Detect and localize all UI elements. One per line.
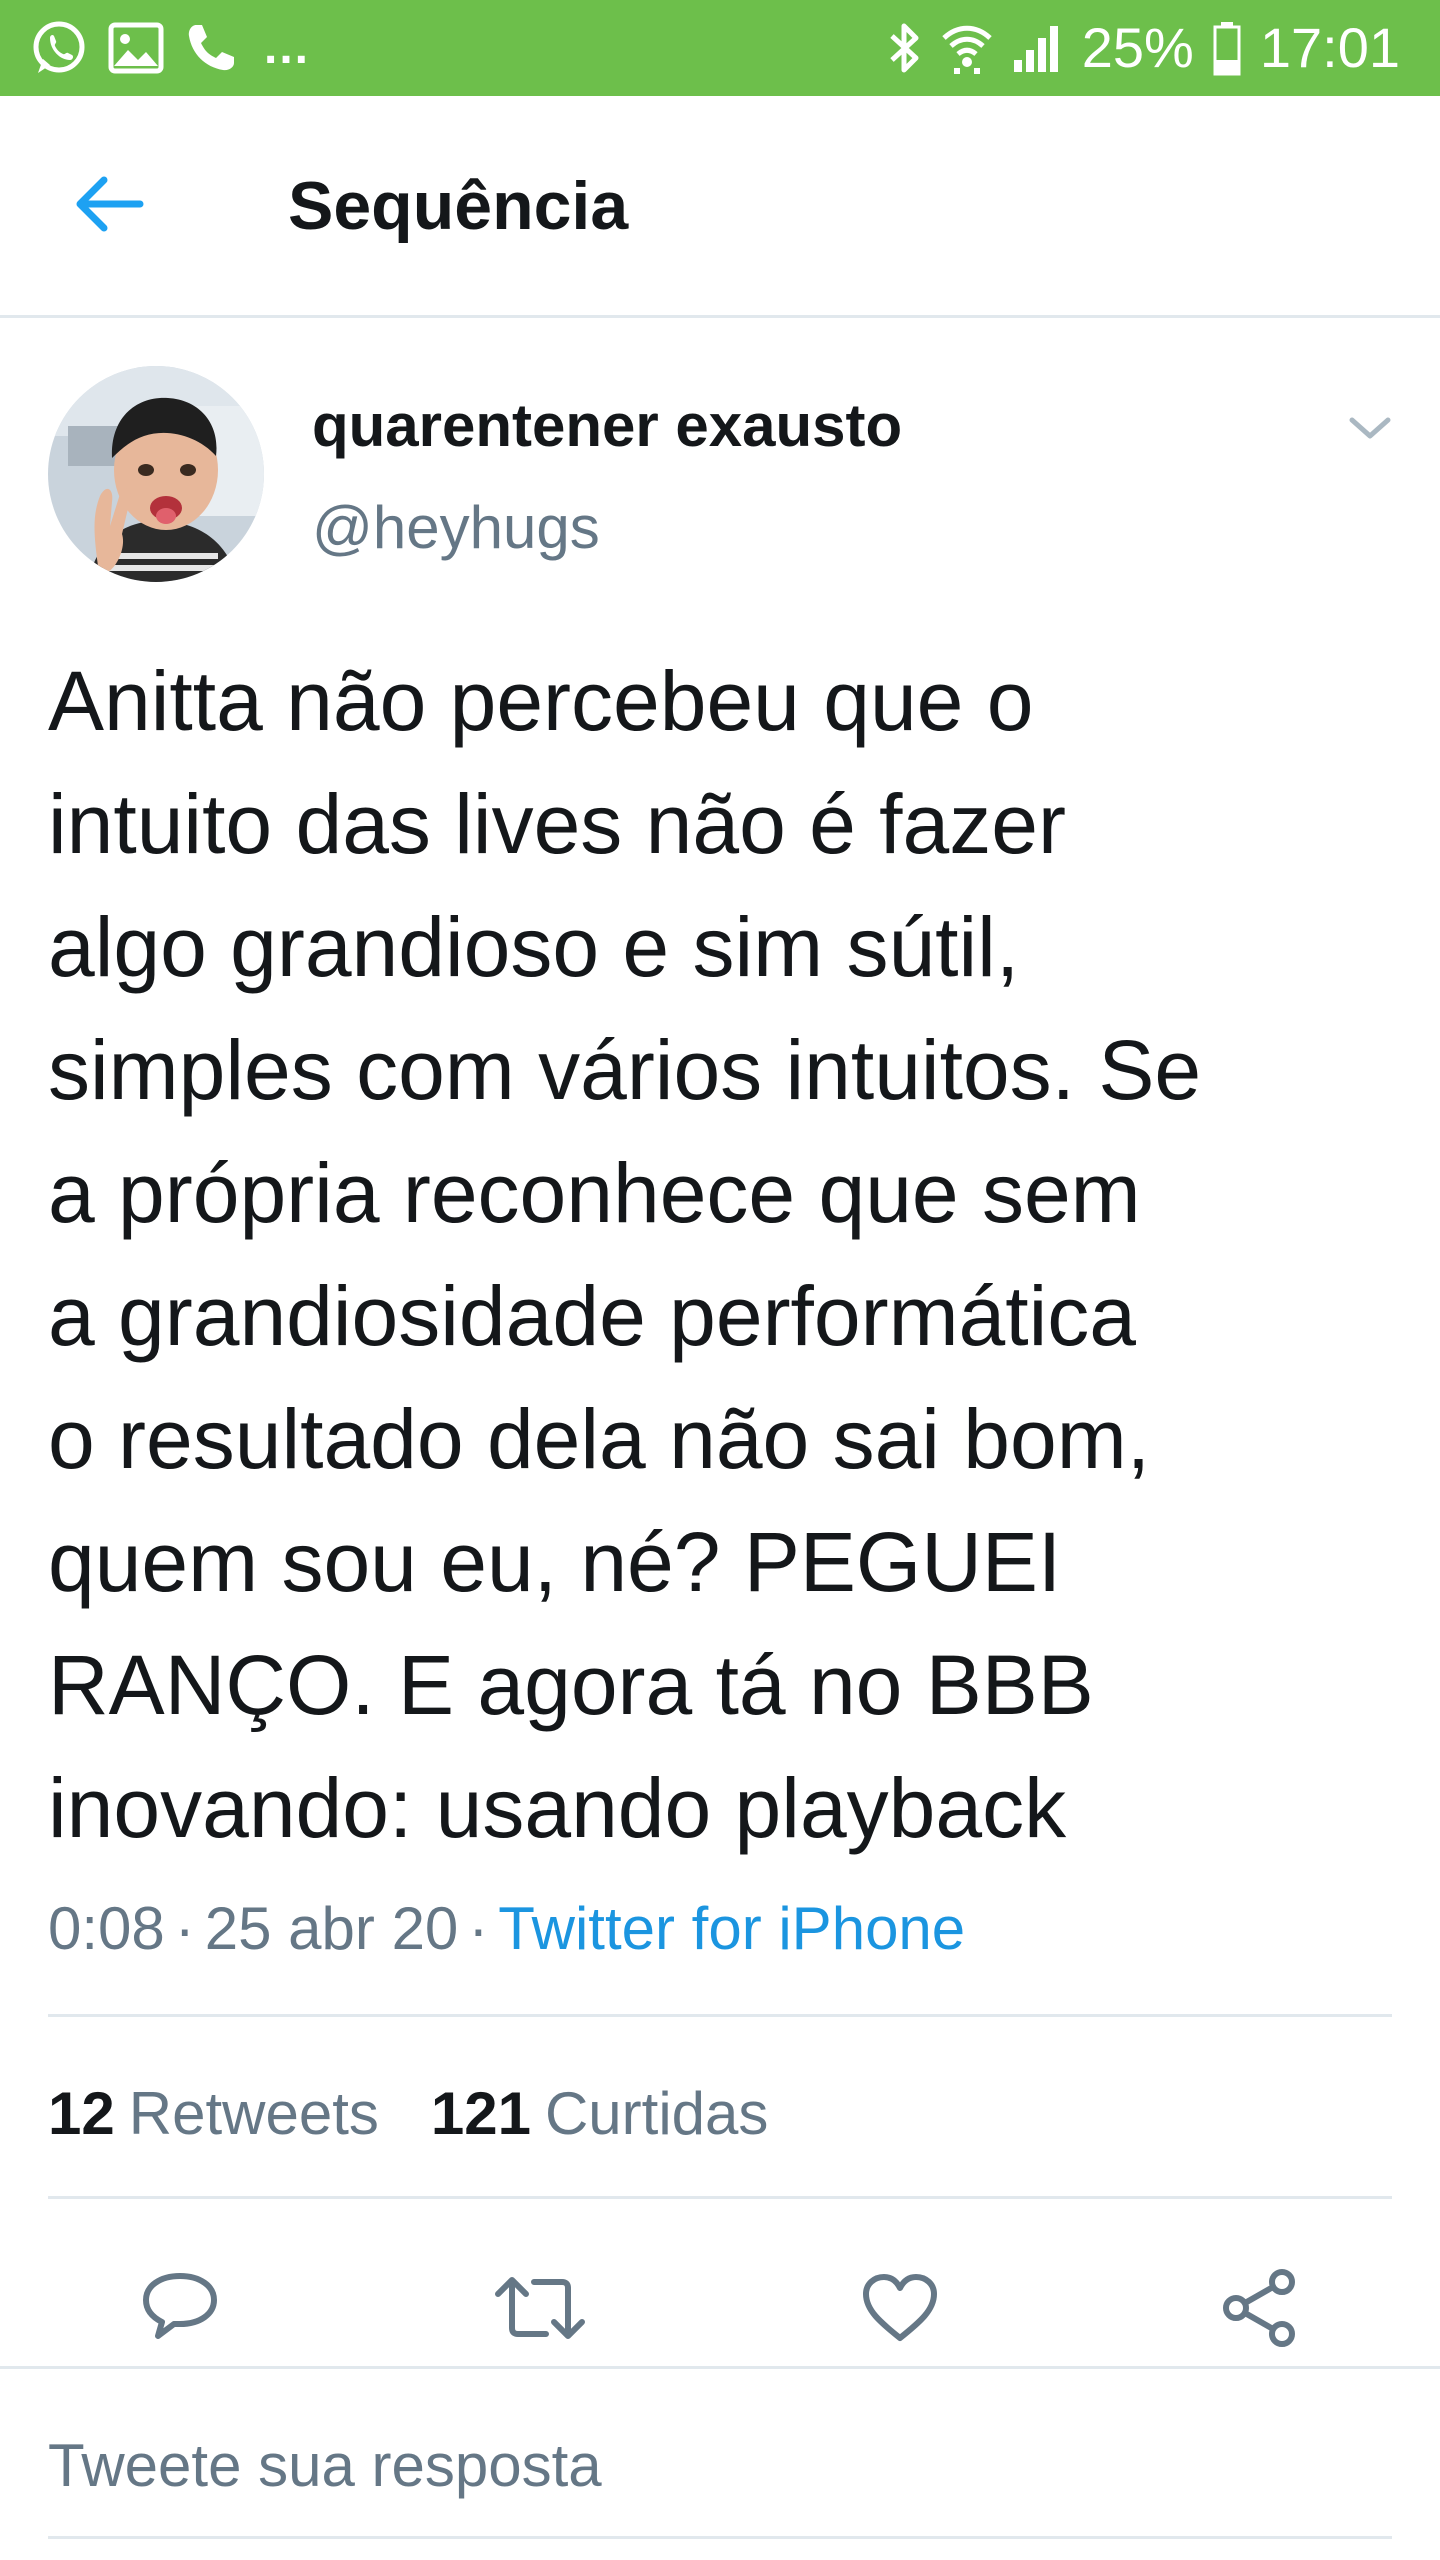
heart-icon <box>860 2272 940 2349</box>
tweet-text-line: o resultado dela não sai bom, <box>48 1392 1151 1486</box>
tweet-options-button[interactable] <box>1335 395 1405 465</box>
tweet-text-line: algo grandioso e sim sútil, <box>48 900 1020 994</box>
tweet-date: 25 abr 20 <box>204 1895 459 1962</box>
battery-percent: 25% <box>1081 16 1194 79</box>
status-bar-system: 25% 17:01 <box>886 0 1400 96</box>
status-bar-notifications: ... <box>30 0 310 96</box>
tweet-text-line: simples com vários intuitos. Se <box>48 1023 1202 1117</box>
like-button[interactable] <box>850 2260 950 2360</box>
image-icon <box>108 22 164 74</box>
back-button[interactable] <box>60 156 160 256</box>
retweets-stat[interactable]: 12 Retweets <box>48 2078 379 2150</box>
tweet-stats: 12 Retweets 121 Curtidas <box>48 2078 768 2150</box>
divider <box>0 2366 1440 2369</box>
divider <box>48 2196 1392 2199</box>
tweet-actions <box>0 2240 1440 2360</box>
reply-placeholder: Tweete sua resposta <box>48 2432 602 2499</box>
tweet-text-line: a própria reconhece que sem <box>48 1146 1141 1240</box>
meta-separator: · <box>468 1895 489 1962</box>
arrow-left-icon <box>74 172 146 241</box>
likes-stat[interactable]: 121 Curtidas <box>431 2078 769 2150</box>
more-notifications-indicator: ... <box>264 21 311 74</box>
share-icon <box>1220 2268 1300 2353</box>
tweet-text-line: Anitta não percebeu que o <box>48 654 1034 748</box>
app-header: Sequência <box>0 96 1440 318</box>
divider <box>48 2536 1392 2539</box>
signal-icon <box>1012 22 1064 74</box>
status-bar: ... 25% 17:01 <box>0 0 1440 96</box>
tweet-time: 0:08 <box>48 1895 165 1962</box>
author-display-name[interactable]: quarentener exausto <box>312 390 902 462</box>
reply-input[interactable]: Tweete sua resposta <box>48 2430 1392 2540</box>
wifi-icon <box>940 20 994 76</box>
page-title: Sequência <box>288 168 629 244</box>
retweets-label: Retweets <box>128 2080 379 2147</box>
author-handle[interactable]: @heyhugs <box>312 492 600 564</box>
tweet-text-line: a grandiosidade performática <box>48 1269 1136 1363</box>
likes-count: 121 <box>430 2080 531 2147</box>
reply-button[interactable] <box>130 2260 230 2360</box>
tweet-text-line: inovando: usando playback <box>48 1761 1067 1855</box>
whatsapp-icon <box>30 19 88 77</box>
tweet-text-line: quem sou eu, né? PEGUEI <box>48 1515 1062 1609</box>
avatar[interactable] <box>48 366 264 582</box>
tweet-source-link[interactable]: Twitter for iPhone <box>498 1895 965 1962</box>
bluetooth-icon <box>886 20 922 76</box>
battery-icon <box>1212 20 1242 76</box>
retweets-count: 12 <box>48 2080 115 2147</box>
clock: 17:01 <box>1259 16 1400 79</box>
tweet-text-line: intuito das lives não é fazer <box>48 777 1066 871</box>
phone-icon <box>184 21 238 75</box>
reply-icon <box>140 2270 220 2351</box>
divider <box>48 2014 1392 2017</box>
retweet-icon <box>494 2272 586 2349</box>
chevron-down-icon <box>1348 414 1392 447</box>
tweet-meta: 0:08 · 25 abr 20 · Twitter for iPhone <box>48 1893 965 1965</box>
likes-label: Curtidas <box>544 2080 769 2147</box>
tweet-text: Anitta não percebeu que o intuito das li… <box>48 640 1420 1870</box>
meta-separator: · <box>174 1895 195 1962</box>
share-button[interactable] <box>1210 2260 1310 2360</box>
retweet-button[interactable] <box>490 2260 590 2360</box>
tweet-text-line: RANÇO. E agora tá no BBB <box>48 1638 1094 1732</box>
